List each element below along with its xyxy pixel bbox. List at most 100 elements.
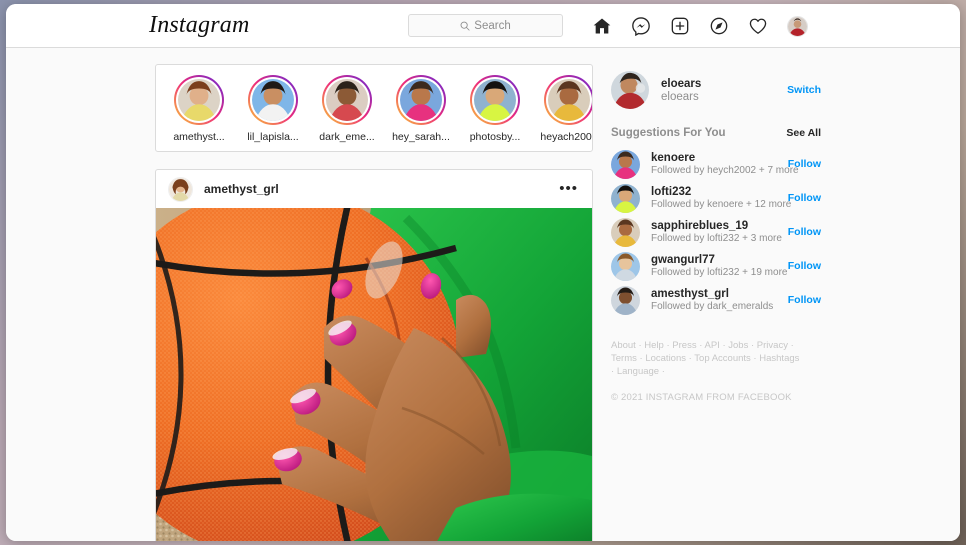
post-author-avatar-image bbox=[169, 177, 192, 201]
suggestion-text: sapphireblues_19 Followed by lofti232 + … bbox=[651, 220, 782, 244]
sidebar-footer: About · Help · Press · API · Jobs · Priv… bbox=[611, 339, 821, 403]
suggestion-row: amesthyst_grl Followed by dark_emeralds … bbox=[611, 283, 821, 317]
story-avatar bbox=[252, 79, 294, 121]
story-username: photosby... bbox=[469, 131, 521, 143]
suggestion-avatar[interactable] bbox=[611, 251, 640, 281]
stories-track: amethyst... lil_lapisla... dark_eme... h… bbox=[156, 65, 592, 143]
avatar-image bbox=[252, 79, 294, 121]
story-ring bbox=[174, 75, 224, 125]
search-icon bbox=[460, 21, 470, 31]
suggestion-username[interactable]: gwangurl77 bbox=[651, 254, 787, 266]
suggestion-context: Followed by lofti232 + 3 more bbox=[651, 233, 782, 244]
footer-link[interactable]: API bbox=[705, 340, 720, 351]
story-item[interactable]: amethyst... bbox=[170, 75, 228, 143]
avatar-image bbox=[611, 251, 640, 281]
home-icon[interactable] bbox=[592, 16, 612, 36]
footer-link[interactable]: About bbox=[611, 340, 636, 351]
follow-button[interactable]: Follow bbox=[788, 226, 821, 238]
story-item[interactable]: hey_sarah... bbox=[392, 75, 450, 143]
post-image[interactable] bbox=[156, 208, 592, 541]
avatar-image bbox=[178, 79, 220, 121]
story-item[interactable]: dark_eme... bbox=[318, 75, 376, 143]
story-avatar bbox=[548, 79, 590, 121]
suggestion-text: amesthyst_grl Followed by dark_emeralds bbox=[651, 288, 773, 312]
current-user-username[interactable]: eloears bbox=[661, 78, 701, 90]
suggestion-context: Followed by dark_emeralds bbox=[651, 301, 774, 312]
footer-link[interactable]: Jobs bbox=[728, 340, 748, 351]
avatar-image bbox=[400, 79, 442, 121]
story-username: lil_lapisla... bbox=[247, 131, 299, 143]
footer-link[interactable]: Language bbox=[617, 366, 659, 377]
follow-button[interactable]: Follow bbox=[788, 192, 821, 204]
follow-button[interactable]: Follow bbox=[788, 260, 821, 272]
post-author-username[interactable]: amethyst_grl bbox=[204, 182, 279, 196]
current-user-subtitle: eloears bbox=[661, 90, 699, 103]
post-author-avatar[interactable] bbox=[168, 176, 193, 202]
suggestion-text: gwangurl77 Followed by lofti232 + 19 mor… bbox=[651, 254, 787, 278]
story-avatar bbox=[474, 79, 516, 121]
suggestion-row: kenoere Followed by heych2002 + 7 more F… bbox=[611, 147, 821, 181]
suggestion-text: lofti232 Followed by kenoere + 12 more bbox=[651, 186, 791, 210]
suggestion-avatar[interactable] bbox=[611, 183, 640, 213]
sidebar: eloears eloears Switch Suggestions For Y… bbox=[611, 68, 821, 403]
suggestion-avatar[interactable] bbox=[611, 217, 640, 247]
story-item[interactable]: heyach2002 bbox=[540, 75, 593, 143]
messenger-icon[interactable] bbox=[631, 16, 651, 36]
feed-column: amethyst... lil_lapisla... dark_eme... h… bbox=[155, 64, 593, 541]
follow-button[interactable]: Follow bbox=[788, 158, 821, 170]
profile-avatar-image bbox=[788, 16, 807, 36]
suggestion-username[interactable]: amesthyst_grl bbox=[651, 288, 773, 300]
current-user-avatar[interactable] bbox=[611, 71, 649, 109]
suggestion-row: sapphireblues_19 Followed by lofti232 + … bbox=[611, 215, 821, 249]
story-avatar bbox=[400, 79, 442, 121]
suggestion-context: Followed by heych2002 + 7 more bbox=[651, 165, 799, 176]
story-ring bbox=[248, 75, 298, 125]
suggestion-username[interactable]: lofti232 bbox=[651, 186, 791, 198]
footer-link[interactable]: Hashtags bbox=[759, 353, 799, 364]
footer-link[interactable]: Help bbox=[644, 340, 664, 351]
story-username: heyach2002 bbox=[540, 131, 593, 143]
story-avatar bbox=[178, 79, 220, 121]
avatar-image bbox=[611, 285, 640, 315]
story-ring bbox=[322, 75, 372, 125]
suggestion-avatar[interactable] bbox=[611, 149, 640, 179]
story-item[interactable]: lil_lapisla... bbox=[244, 75, 302, 143]
suggestions-header: Suggestions For You See All bbox=[611, 127, 821, 139]
story-ring bbox=[470, 75, 520, 125]
footer-link[interactable]: Press bbox=[672, 340, 696, 351]
switch-account-button[interactable]: Switch bbox=[787, 84, 821, 96]
search-input[interactable]: Search bbox=[408, 14, 563, 37]
suggestion-username[interactable]: kenoere bbox=[651, 152, 799, 164]
story-item[interactable]: photosby... bbox=[466, 75, 524, 143]
avatar-image bbox=[611, 217, 640, 247]
profile-avatar[interactable] bbox=[787, 15, 808, 37]
current-user-text: eloears eloears bbox=[661, 78, 701, 103]
avatar-image bbox=[611, 149, 640, 179]
story-ring bbox=[544, 75, 592, 125]
app-header: Instagram Search bbox=[6, 4, 960, 48]
story-username: hey_sarah... bbox=[392, 131, 450, 143]
avatar-image bbox=[611, 183, 640, 213]
search-placeholder: Search bbox=[474, 19, 511, 32]
footer-link[interactable]: Privacy bbox=[757, 340, 788, 351]
post-header: amethyst_grl ••• bbox=[156, 170, 592, 208]
suggestion-avatar[interactable] bbox=[611, 285, 640, 315]
suggestion-username[interactable]: sapphireblues_19 bbox=[651, 220, 782, 232]
stories-tray[interactable]: amethyst... lil_lapisla... dark_eme... h… bbox=[155, 64, 593, 152]
post-more-options-icon[interactable]: ••• bbox=[559, 181, 578, 196]
current-user-avatar-image bbox=[611, 71, 649, 109]
page-content: amethyst... lil_lapisla... dark_eme... h… bbox=[6, 48, 960, 541]
footer-link[interactable]: Locations bbox=[645, 353, 686, 364]
browser-window: Instagram Search amethyst... lil_lapisla… bbox=[6, 4, 960, 541]
footer-link[interactable]: Top Accounts bbox=[694, 353, 751, 364]
avatar-image bbox=[326, 79, 368, 121]
see-all-button[interactable]: See All bbox=[786, 127, 821, 139]
footer-link[interactable]: Terms bbox=[611, 353, 637, 364]
activity-heart-icon[interactable] bbox=[748, 16, 768, 36]
story-ring bbox=[396, 75, 446, 125]
story-username: amethyst... bbox=[173, 131, 225, 143]
follow-button[interactable]: Follow bbox=[788, 294, 821, 306]
explore-icon[interactable] bbox=[709, 16, 729, 36]
new-post-icon[interactable] bbox=[670, 16, 690, 36]
instagram-logo[interactable]: Instagram bbox=[149, 12, 249, 39]
